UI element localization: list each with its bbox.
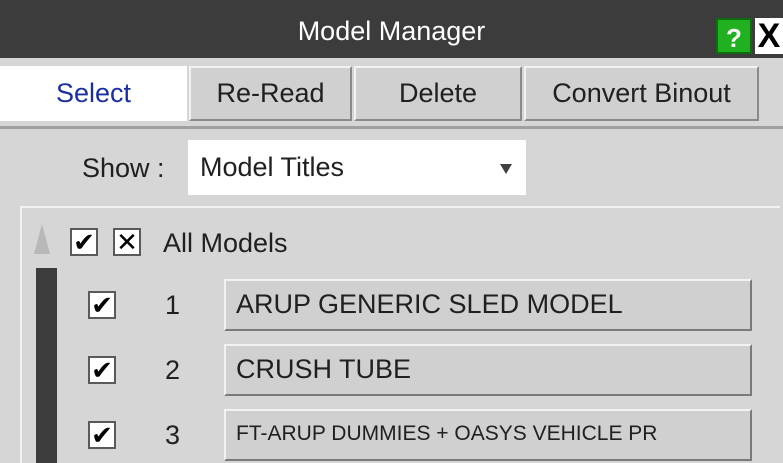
tab-select[interactable]: Select <box>0 66 187 121</box>
tab-delete[interactable]: Delete <box>354 66 522 121</box>
divider <box>0 126 783 129</box>
model-3-title[interactable]: FT-ARUP DUMMIES + OASYS VEHICLE PR <box>224 409 752 461</box>
list-scrollbar[interactable] <box>36 268 57 463</box>
all-models-label: All Models <box>163 228 288 258</box>
model-3-checkbox[interactable]: ✔ <box>88 421 116 449</box>
tab-re-read[interactable]: Re-Read <box>189 66 352 121</box>
close-button[interactable]: X <box>755 18 783 54</box>
show-dropdown-value: Model Titles <box>200 152 345 182</box>
model-2-number: 2 <box>165 355 181 385</box>
model-3-number: 3 <box>165 420 181 450</box>
deselect-all-cross-icon[interactable]: ✕ <box>113 228 141 256</box>
model-1-number: 1 <box>165 290 181 320</box>
sort-up-icon[interactable] <box>34 224 50 254</box>
model-2-title[interactable]: CRUSH TUBE <box>224 344 752 396</box>
model-1-title[interactable]: ARUP GENERIC SLED MODEL <box>224 279 752 331</box>
show-label: Show : <box>82 153 165 183</box>
select-all-check-icon[interactable]: ✔ <box>70 228 98 256</box>
chevron-down-icon <box>500 164 512 174</box>
model-1-checkbox[interactable]: ✔ <box>88 291 116 319</box>
tab-convert-binout[interactable]: Convert Binout <box>524 66 759 121</box>
tab-bar: Select Re-Read Delete Convert Binout <box>0 58 783 126</box>
show-dropdown[interactable]: Model Titles <box>188 140 526 195</box>
help-button[interactable]: ? <box>716 18 752 54</box>
model-2-checkbox[interactable]: ✔ <box>88 356 116 384</box>
window-title: Model Manager <box>297 16 486 46</box>
